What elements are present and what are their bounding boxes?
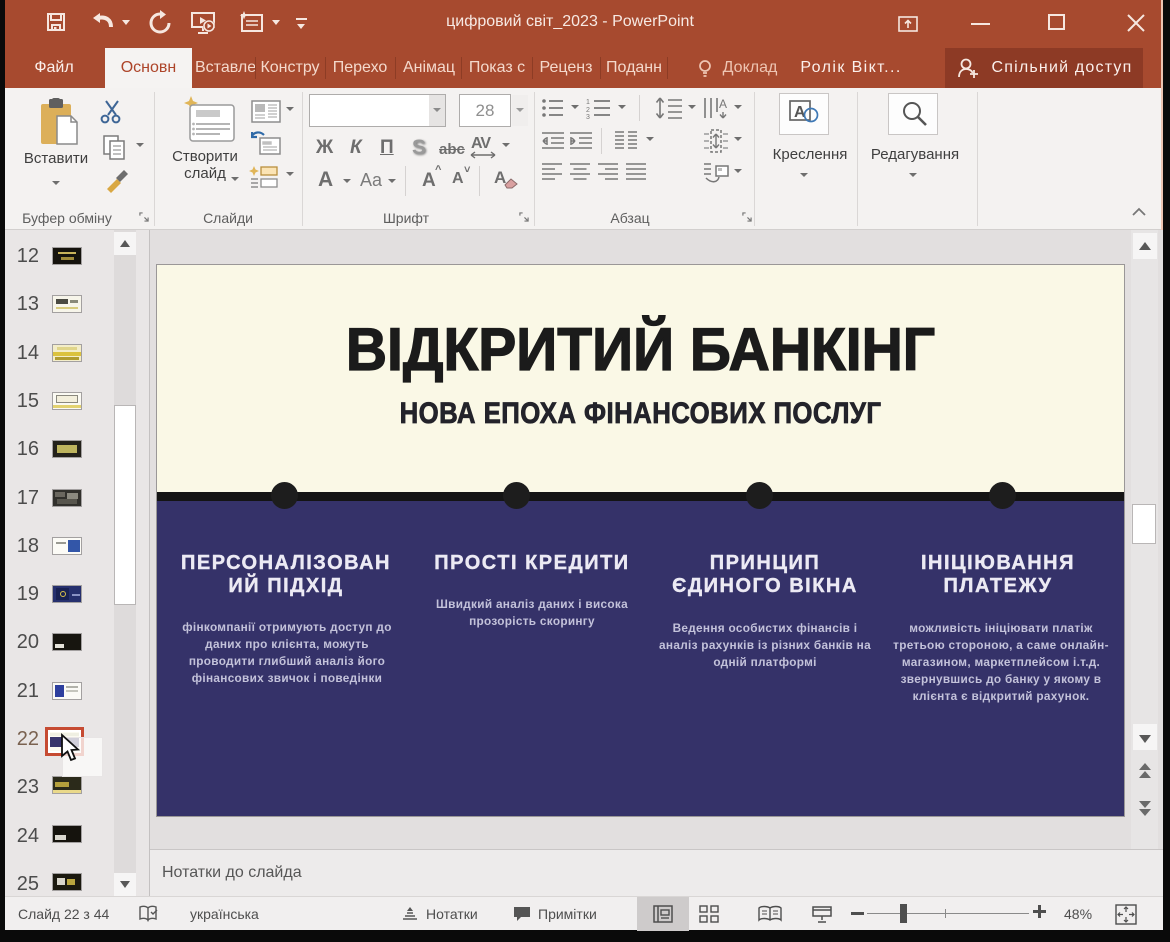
svg-text:А: А [719, 97, 727, 111]
svg-text:1: 1 [586, 99, 590, 106]
svg-text:2: 2 [586, 107, 590, 114]
svg-text:3: 3 [586, 114, 590, 119]
